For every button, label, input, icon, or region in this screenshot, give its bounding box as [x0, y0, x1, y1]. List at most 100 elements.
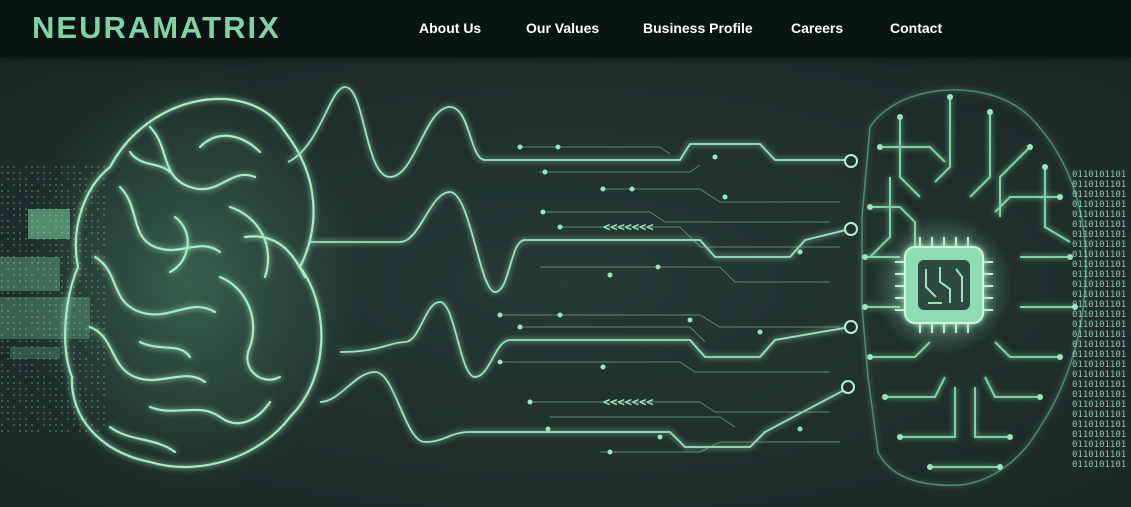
grid-dot	[7, 400, 9, 402]
grid-dot	[7, 382, 9, 384]
grid-dot	[13, 268, 15, 270]
nav-contact[interactable]: Contact	[890, 19, 942, 37]
grid-dot	[13, 394, 15, 396]
grid-dot	[25, 190, 27, 192]
binary-line: 0110101101	[1072, 410, 1126, 420]
grid-dot	[13, 298, 15, 300]
grid-dot	[31, 196, 33, 198]
grid-dot	[7, 322, 9, 324]
grid-dot	[13, 358, 15, 360]
grid-dot	[13, 178, 15, 180]
grid-dot	[1, 274, 3, 276]
grid-dot	[25, 346, 27, 348]
grid-dot	[19, 370, 21, 372]
grid-dot	[31, 184, 33, 186]
grid-dot	[19, 400, 21, 402]
grid-dot	[7, 202, 9, 204]
grid-dot	[1, 250, 3, 252]
binary-line: 0110101101	[1072, 340, 1126, 350]
grid-dot	[67, 430, 69, 432]
grid-dot	[13, 232, 15, 234]
nav-business-profile[interactable]: Business Profile	[643, 19, 753, 37]
grid-dot	[1, 196, 3, 198]
grid-dot	[43, 394, 45, 396]
grid-dot	[13, 256, 15, 258]
grid-dot	[1, 394, 3, 396]
grid-dot	[1, 370, 3, 372]
grid-dot	[19, 238, 21, 240]
grid-dot	[13, 238, 15, 240]
binary-line: 0110101101	[1072, 230, 1126, 240]
arrow-marker-bottom: <<<<<<<	[603, 395, 654, 409]
binary-line: 0110101101	[1072, 430, 1126, 440]
grid-dot	[19, 364, 21, 366]
binary-stream: 0110101101011010110101101011010110101101…	[1072, 170, 1126, 470]
connector-rings	[841, 154, 858, 394]
grid-dot	[1, 310, 3, 312]
grid-dot	[49, 430, 51, 432]
grid-dot	[7, 328, 9, 330]
grid-dot	[19, 418, 21, 420]
grid-dot	[13, 226, 15, 228]
grid-dot	[43, 424, 45, 426]
grid-dot	[61, 424, 63, 426]
grid-dot	[1, 340, 3, 342]
binary-line: 0110101101	[1072, 330, 1126, 340]
grid-dot	[13, 364, 15, 366]
grid-dot	[37, 430, 39, 432]
grid-dot	[13, 382, 15, 384]
grid-dot	[1, 316, 3, 318]
grid-dot	[19, 352, 21, 354]
grid-dot	[13, 274, 15, 276]
grid-dot	[13, 316, 15, 318]
grid-dot	[1, 262, 3, 264]
grid-dot	[1, 304, 3, 306]
grid-dot	[7, 316, 9, 318]
hero-illustration: <<<<<<< <<<<<<< 011010110101101011010110…	[0, 72, 1126, 492]
nav-about-us[interactable]: About Us	[419, 19, 481, 37]
grid-dot	[19, 310, 21, 312]
nav-careers[interactable]: Careers	[791, 19, 843, 37]
binary-line: 0110101101	[1072, 440, 1126, 450]
grid-dot	[7, 268, 9, 270]
grid-dot	[1, 406, 3, 408]
grid-dot	[31, 376, 33, 378]
grid-dot	[13, 352, 15, 354]
grid-dot	[13, 262, 15, 264]
binary-line: 0110101101	[1072, 180, 1126, 190]
grid-dot	[25, 424, 27, 426]
grid-dot	[7, 178, 9, 180]
grid-dot	[25, 166, 27, 168]
grid-dot	[7, 220, 9, 222]
grid-dot	[19, 382, 21, 384]
grid-dot	[31, 364, 33, 366]
grid-dot	[19, 424, 21, 426]
grid-dot	[19, 394, 21, 396]
binary-line: 0110101101	[1072, 270, 1126, 280]
grid-dot	[7, 346, 9, 348]
grid-dot	[31, 394, 33, 396]
grid-dot	[1, 412, 3, 414]
binary-line: 0110101101	[1072, 450, 1126, 460]
grid-dot	[1, 352, 3, 354]
grid-dot	[1, 430, 3, 432]
grid-dot	[1, 172, 3, 174]
nav-our-values[interactable]: Our Values	[526, 19, 599, 37]
grid-dot	[13, 376, 15, 378]
binary-line: 0110101101	[1072, 220, 1126, 230]
grid-dot	[13, 244, 15, 246]
grid-dot	[19, 202, 21, 204]
grid-dot	[7, 166, 9, 168]
grid-dot	[25, 214, 27, 216]
binary-line: 0110101101	[1072, 290, 1126, 300]
grid-dot	[19, 388, 21, 390]
grid-dot	[37, 172, 39, 174]
grid-dot	[49, 418, 51, 420]
grid-dot	[25, 196, 27, 198]
grid-dot	[19, 232, 21, 234]
grid-dot	[19, 184, 21, 186]
grid-dot	[19, 214, 21, 216]
grid-dot	[25, 400, 27, 402]
binary-line: 0110101101	[1072, 380, 1126, 390]
grid-dot	[19, 412, 21, 414]
